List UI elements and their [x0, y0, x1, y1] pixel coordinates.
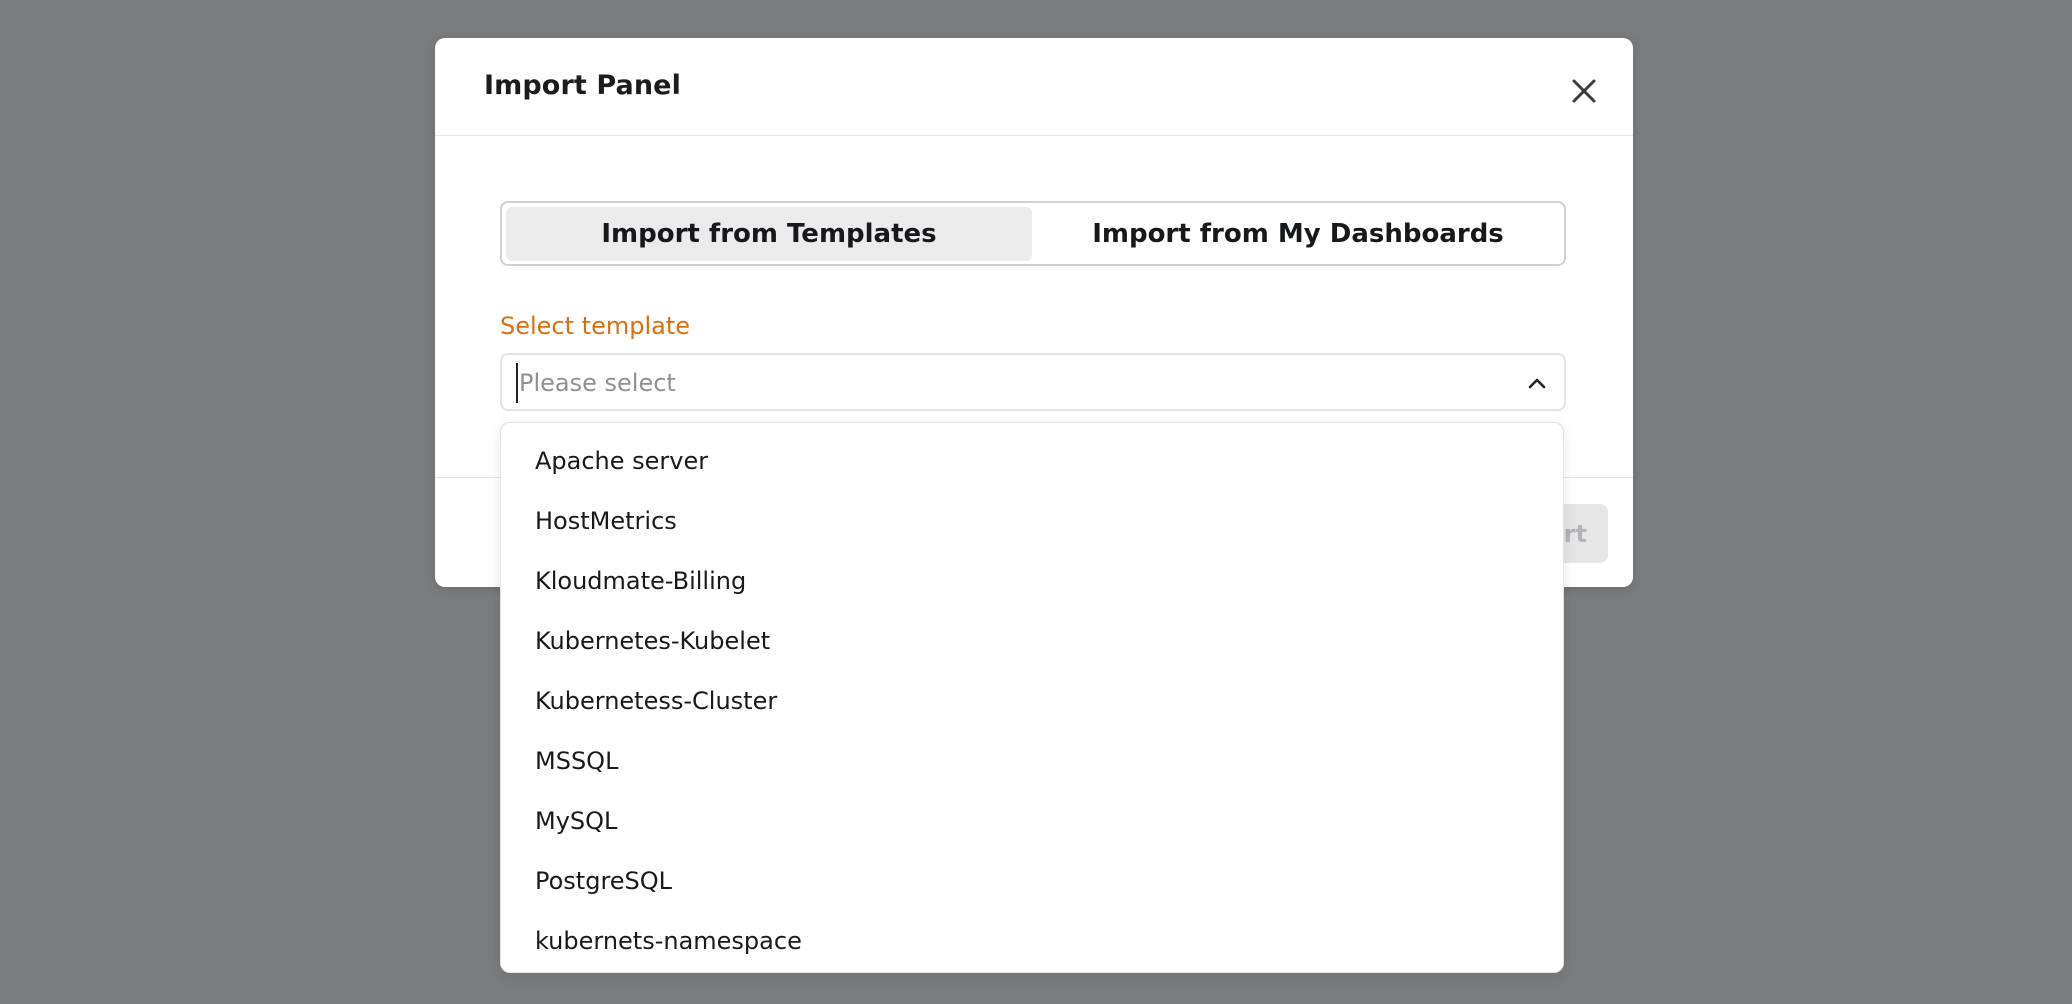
modal-header: Import Panel [435, 38, 1633, 136]
dropdown-option[interactable]: MSSQL [501, 731, 1563, 791]
dropdown-option[interactable]: Kubernetess-Cluster [501, 671, 1563, 731]
dropdown-option[interactable]: Kloudmate-Billing [501, 551, 1563, 611]
dropdown-option[interactable]: Apache server [501, 431, 1563, 491]
modal-title: Import Panel [484, 70, 681, 101]
tab-import-from-my-dashboards[interactable]: Import from My Dashboards [1034, 207, 1562, 261]
template-select[interactable] [500, 353, 1566, 411]
chevron-up-icon [1528, 378, 1546, 389]
dropdown-toggle[interactable] [1522, 368, 1552, 398]
close-icon [1572, 79, 1596, 103]
import-source-tabs: Import from Templates Import from My Das… [500, 201, 1566, 266]
dropdown-option[interactable]: kubernets-namespace [501, 911, 1563, 971]
select-template-label: Select template [500, 312, 691, 340]
tab-import-from-templates[interactable]: Import from Templates [506, 207, 1032, 261]
template-search-input[interactable] [516, 363, 1481, 403]
dropdown-option[interactable]: HostMetrics [501, 491, 1563, 551]
dropdown-option[interactable]: PostgreSQL [501, 851, 1563, 911]
template-dropdown-list: Apache server HostMetrics Kloudmate-Bill… [500, 422, 1564, 973]
close-button[interactable] [1567, 74, 1601, 108]
dropdown-option[interactable]: MySQL [501, 791, 1563, 851]
dropdown-option[interactable]: Kubernetes-Kubelet [501, 611, 1563, 671]
